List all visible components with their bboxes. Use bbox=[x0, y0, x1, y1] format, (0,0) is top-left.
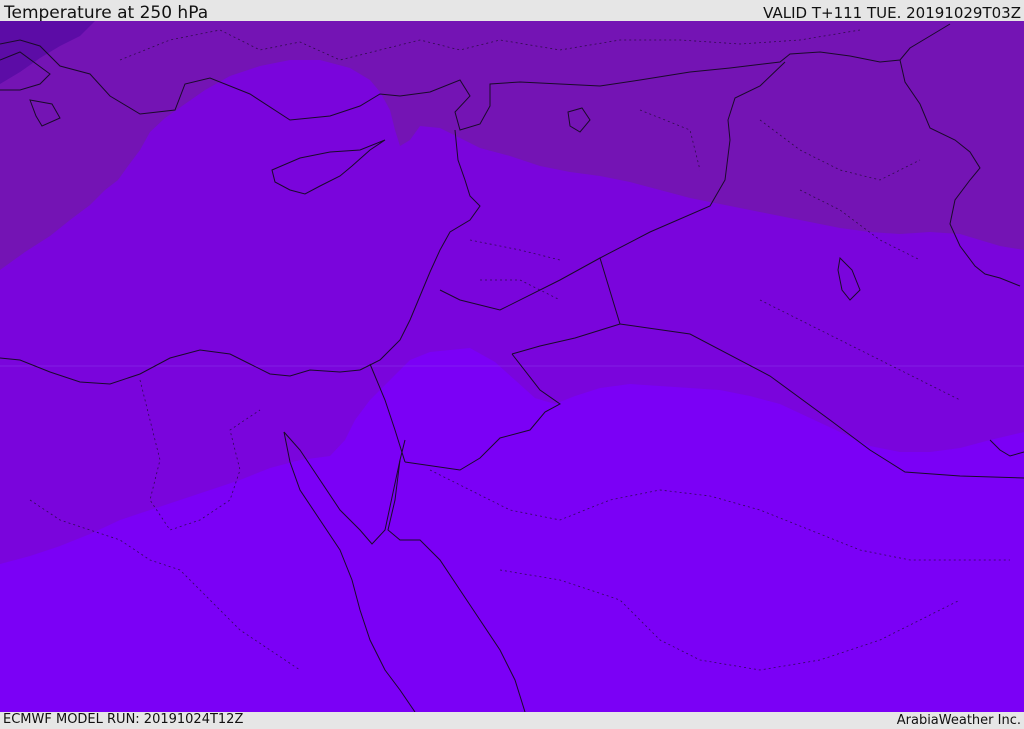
map-title: Temperature at 250 hPa bbox=[4, 3, 209, 23]
credit-label: ArabiaWeather Inc. bbox=[896, 713, 1021, 728]
model-run-label: ECMWF MODEL RUN: 20191024T12Z bbox=[3, 712, 244, 727]
valid-time: VALID T+111 TUE. 20191029T03Z bbox=[763, 4, 1021, 22]
temperature-map bbox=[0, 21, 1024, 712]
